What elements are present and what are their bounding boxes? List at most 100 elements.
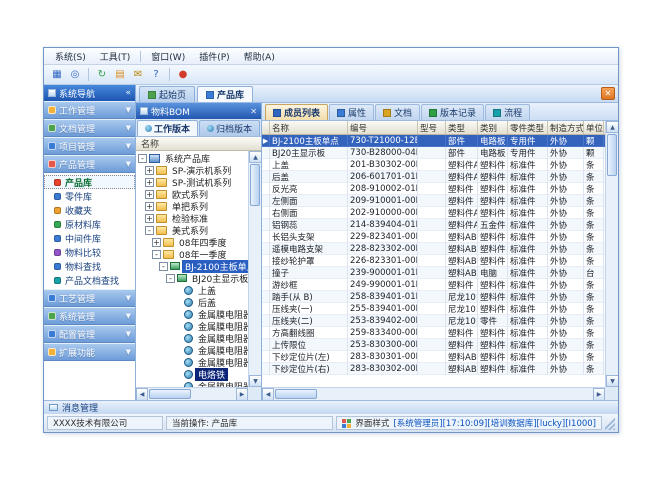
tree-item[interactable]: -美式系列 <box>136 224 248 236</box>
toolbar-message-button[interactable]: ✉ <box>130 67 146 83</box>
table-row[interactable]: 下纱定位片(左)283-830301-00E塑料ABS塑料件标准件外协条 <box>262 351 605 363</box>
table-row[interactable]: ▶BJ-2100主板单点730-T21000-12E部件电路板专用件外协颗 <box>262 135 605 147</box>
table-row[interactable]: 接纱轮护罩226-823301-00E塑料ABS塑料件标准件外协条 <box>262 255 605 267</box>
toolbar-document-button[interactable]: ▤ <box>112 67 128 83</box>
tree-item[interactable]: -08年一季度 <box>136 248 248 260</box>
tree-expander[interactable]: + <box>152 238 161 247</box>
menu-item[interactable]: 插件(P) <box>192 49 236 64</box>
sidebar-item[interactable]: 中间件库 <box>44 231 135 245</box>
toolbar-help-button[interactable]: ? <box>148 67 164 83</box>
tree-expander[interactable]: + <box>145 178 154 187</box>
table-row[interactable]: 压线夹(二)253-839402-00E尼龙1010零件标准件外协条 <box>262 315 605 327</box>
scroll-up-button[interactable]: ▲ <box>249 151 261 163</box>
tree-item[interactable]: 金属膜电阻器 <box>136 320 248 332</box>
table-row[interactable]: 后盖206-601701-01E塑料件ABS塑料件标准件外协条 <box>262 171 605 183</box>
tree-item[interactable]: 金属膜电阻器 <box>136 308 248 320</box>
tree-item[interactable]: 金属膜电阻器 <box>136 344 248 356</box>
column-header[interactable]: 类别 <box>478 121 508 134</box>
tree-vertical-scrollbar[interactable]: ▲ ▼ <box>248 151 261 387</box>
column-header[interactable]: 制造方式 <box>548 121 584 134</box>
tree-expander[interactable]: - <box>138 154 147 163</box>
tree-item[interactable]: +欧式系列 <box>136 188 248 200</box>
sidebar-section-header[interactable]: 工作管理▼ <box>44 101 135 119</box>
sidebar-section-header[interactable]: 产品管理▼ <box>44 155 135 173</box>
scroll-down-button[interactable]: ▼ <box>606 375 618 387</box>
scroll-left-button[interactable]: ◀ <box>136 388 148 400</box>
table-row[interactable]: BJ20主显示板730-B28000-04E部件电路板专用件外协颗 <box>262 147 605 159</box>
tree-item[interactable]: +单把系列 <box>136 200 248 212</box>
collapse-sidebar-icon[interactable]: « <box>125 88 131 98</box>
toolbar-exit-button[interactable]: ● <box>175 67 191 83</box>
table-row[interactable]: 方高翻线圈259-833400-00E塑料件塑料件标准件外协条 <box>262 327 605 339</box>
toolbar-search-button[interactable]: ◎ <box>67 67 83 83</box>
table-row[interactable]: 左侧面209-910001-00E塑料件塑料件标准件外协条 <box>262 195 605 207</box>
tree-horizontal-scrollbar[interactable]: ◀ ▶ <box>136 387 248 400</box>
sidebar-item[interactable]: 原材料库 <box>44 217 135 231</box>
table-row[interactable]: 铝钢蕊214-839404-01E塑料件ABS五金件标准件外协条 <box>262 219 605 231</box>
sidebar-section-header[interactable]: 系统管理▼ <box>44 307 135 325</box>
tree-expander[interactable]: + <box>145 214 154 223</box>
detail-tab[interactable]: 文档 <box>375 104 420 120</box>
resize-grip[interactable] <box>605 416 615 430</box>
tree-item[interactable]: -BJ20主显示板 <box>136 272 248 284</box>
sidebar-section-header[interactable]: 配置管理▼ <box>44 325 135 343</box>
sidebar-item[interactable]: 零件库 <box>44 189 135 203</box>
table-row[interactable]: 右侧面202-910000-00E塑料件ABS塑料件标准件外协条 <box>262 207 605 219</box>
menu-item[interactable]: 窗口(W) <box>144 49 192 64</box>
scroll-thumb[interactable] <box>250 164 260 206</box>
scroll-left-button[interactable]: ◀ <box>262 388 274 400</box>
tree-item[interactable]: 电烙铁 <box>136 368 248 380</box>
table-row[interactable]: 反光亮208-910002-01E塑料件塑料件标准件外协条 <box>262 183 605 195</box>
tree-item[interactable]: 金属膜电阻器 <box>136 332 248 344</box>
version-tab[interactable]: 工作版本 <box>137 120 198 136</box>
document-tab[interactable]: 产品库 <box>197 86 253 102</box>
detail-tab[interactable]: 版本记录 <box>421 104 484 120</box>
tree-expander[interactable]: - <box>159 262 168 271</box>
tree-item[interactable]: 后盖 <box>136 296 248 308</box>
tree-item[interactable]: +SP-演示机系列 <box>136 164 248 176</box>
table-row[interactable]: 下纱定位片(右)283-830302-00E塑料ABS塑料件标准件外协条 <box>262 363 605 375</box>
tree-item[interactable]: -系统产品库 <box>136 152 248 164</box>
tree-expander[interactable]: + <box>145 202 154 211</box>
tree-item[interactable]: +SP-测试机系列 <box>136 176 248 188</box>
sidebar-section-header[interactable]: 项目管理▼ <box>44 137 135 155</box>
detail-tab[interactable]: 成员列表 <box>265 104 328 120</box>
tree-expander[interactable]: + <box>145 190 154 199</box>
close-tab-button[interactable]: ✕ <box>601 87 615 100</box>
column-header[interactable]: 编号 <box>348 121 418 134</box>
table-row[interactable]: 撞子239-900001-01E塑料ABS电脑标准件外协台 <box>262 267 605 279</box>
grid-horizontal-scrollbar[interactable]: ◀ ▶ <box>262 387 605 400</box>
table-row[interactable]: 游纱框249-990001-01E塑料件塑料件标准件外协条 <box>262 279 605 291</box>
sidebar-section-header[interactable]: 工艺管理▼ <box>44 289 135 307</box>
scroll-down-button[interactable]: ▼ <box>249 375 261 387</box>
close-bom-panel-icon[interactable]: ✕ <box>250 107 257 116</box>
style-label[interactable]: 界面样式 <box>355 417 389 429</box>
tree-expander[interactable]: - <box>145 226 154 235</box>
menu-item[interactable]: 系统(S) <box>48 49 93 64</box>
detail-tab[interactable]: 流程 <box>485 104 530 120</box>
menu-item[interactable]: 工具(T) <box>93 49 138 64</box>
message-panel-bar[interactable]: 消息管理 <box>44 400 618 414</box>
table-row[interactable]: 遥模电路支架228-823302-00E塑料ABS塑料件标准件外协条 <box>262 243 605 255</box>
tree-item[interactable]: 金属膜电阻器 <box>136 356 248 368</box>
sidebar-section-header[interactable]: 扩展功能▼ <box>44 343 135 361</box>
tree-column-header[interactable]: 名称 <box>136 137 261 151</box>
sidebar-item[interactable]: 物料查找 <box>44 259 135 273</box>
grid-vertical-scrollbar[interactable]: ▲ ▼ <box>605 121 618 387</box>
tree-item[interactable]: 上盖 <box>136 284 248 296</box>
detail-tab[interactable]: 属性 <box>329 104 374 120</box>
toolbar-refresh-button[interactable]: ↻ <box>94 67 110 83</box>
scroll-thumb[interactable] <box>607 134 617 176</box>
menu-item[interactable]: 帮助(A) <box>237 49 282 64</box>
sidebar-item[interactable]: 产品文档查找 <box>44 273 135 287</box>
tree-expander[interactable]: + <box>145 166 154 175</box>
table-row[interactable]: 上传限位253-830300-00E塑料件塑料件标准件外协条 <box>262 339 605 351</box>
tree-item[interactable]: -BJ-2100主板单点 <box>136 260 248 272</box>
column-header[interactable]: 单位 <box>584 121 604 134</box>
column-header[interactable]: 零件类型 <box>508 121 548 134</box>
scroll-up-button[interactable]: ▲ <box>606 121 618 133</box>
table-row[interactable]: 长铝头支架229-823401-00E塑料ABS塑料件标准件外协条 <box>262 231 605 243</box>
document-tab[interactable]: 起始页 <box>139 86 195 102</box>
sidebar-section-header[interactable]: 文档管理▼ <box>44 119 135 137</box>
sidebar-item[interactable]: 收藏夹 <box>44 203 135 217</box>
